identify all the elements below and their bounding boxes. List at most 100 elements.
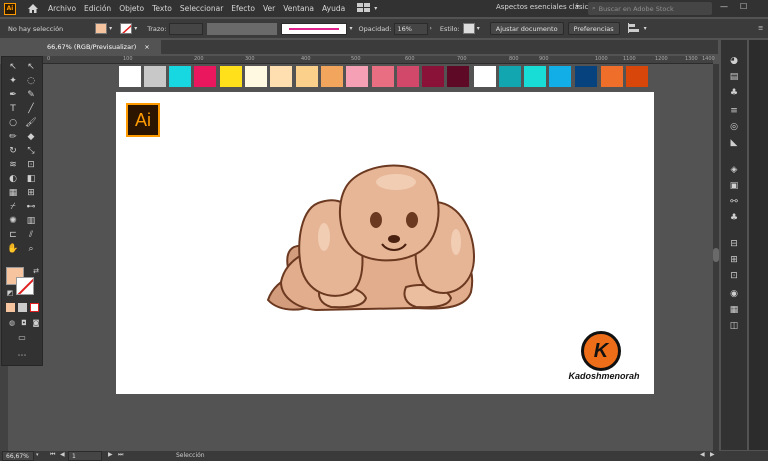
color-swatch[interactable] (447, 66, 469, 87)
symbol-sprayer-icon[interactable]: ✺ (7, 215, 19, 227)
default-colors-icon[interactable]: ◩ (4, 287, 16, 299)
next-page-icon[interactable]: ▶ (108, 451, 113, 458)
align-icon[interactable] (627, 22, 642, 35)
graphic-styles-panel-icon[interactable]: ▦ (727, 304, 741, 316)
document-tab[interactable]: 66,67% (RGB/Previsualizar) × (43, 40, 161, 54)
artboards-panel-icon[interactable]: ▣ (727, 180, 741, 192)
lasso-icon[interactable]: ◌ (25, 75, 37, 87)
color-swatch[interactable] (296, 66, 318, 87)
maximize-icon[interactable]: ☐ (740, 2, 747, 11)
type-tool-icon[interactable]: T (7, 103, 19, 115)
color-panel-icon[interactable]: ◕ (727, 55, 741, 67)
stroke-panel-icon[interactable]: ≡ (727, 105, 741, 117)
fill-swatch[interactable] (95, 23, 108, 34)
color-swatch[interactable] (119, 66, 141, 87)
selection-tool-icon[interactable]: ↖ (7, 61, 19, 73)
curvature-tool-icon[interactable]: ✎ (25, 89, 37, 101)
color-swatch[interactable] (321, 66, 343, 87)
layers-panel-icon[interactable]: ◈ (727, 164, 741, 176)
chevron-down-icon[interactable]: ▾ (109, 25, 112, 32)
eyedropper-icon[interactable]: ⌿ (7, 201, 19, 213)
menu-edicion[interactable]: Edición (84, 4, 111, 13)
live-paint-icon[interactable]: ◧ (25, 173, 37, 185)
chevron-down-icon[interactable]: ▾ (36, 452, 39, 458)
appearance-panel-icon[interactable]: ◉ (727, 288, 741, 300)
adjust-document-button[interactable]: Ajustar documento (489, 22, 564, 35)
color-swatch[interactable] (474, 66, 496, 87)
pencil-icon[interactable]: ✏ (7, 131, 19, 143)
artboard-tool-icon[interactable]: ⊏ (7, 229, 19, 241)
chevron-down-icon[interactable]: ▾ (644, 25, 647, 32)
align-panel-icon[interactable]: ⊟ (727, 238, 741, 250)
symbols-panel-icon[interactable]: ♣ (727, 212, 741, 224)
draw-behind-icon[interactable]: ◘ (18, 317, 30, 329)
transform-panel-icon[interactable]: ⊡ (727, 270, 741, 282)
color-swatch[interactable] (601, 66, 623, 87)
menu-ayuda[interactable]: Ayuda (322, 4, 345, 13)
perspective-grid-icon[interactable]: ▦ (7, 187, 19, 199)
first-page-icon[interactable]: ⏮ (50, 451, 55, 459)
stroke-weight-field[interactable] (169, 22, 204, 35)
scale-tool-icon[interactable]: ⤡ (25, 145, 37, 157)
stroke-swatch[interactable] (120, 23, 133, 34)
transparency-panel-icon[interactable]: ◎ (727, 121, 741, 133)
draw-inside-icon[interactable]: ◙ (30, 317, 42, 329)
eraser-icon[interactable]: ◆ (25, 131, 37, 143)
color-swatch[interactable] (626, 66, 648, 87)
artboard-number-field[interactable]: 1 (68, 451, 102, 461)
brush-definition[interactable] (281, 22, 348, 35)
color-swatch[interactable] (194, 66, 216, 87)
color-swatch[interactable] (575, 66, 597, 87)
variable-width-profile[interactable] (207, 22, 278, 35)
color-swatch[interactable] (144, 66, 166, 87)
ellipse-tool-icon[interactable]: ○ (7, 117, 19, 129)
color-swatch[interactable] (499, 66, 521, 87)
slice-tool-icon[interactable]: ⫽ (25, 229, 37, 241)
draw-normal-icon[interactable]: ◍ (6, 317, 18, 329)
arrange-documents-icon[interactable] (357, 3, 371, 14)
scroll-right-icon[interactable]: ▶ (710, 451, 715, 458)
chevron-down-icon[interactable]: ▾ (349, 25, 352, 32)
color-swatch[interactable] (372, 66, 394, 87)
color-swatch[interactable] (270, 66, 292, 87)
graph-tool-icon[interactable]: ▥ (25, 215, 37, 227)
color-swatch[interactable] (220, 66, 242, 87)
brushes-panel-icon[interactable]: ♣ (727, 87, 741, 99)
line-tool-icon[interactable]: ╱ (25, 103, 37, 115)
pathfinder-panel-icon[interactable]: ⊞ (727, 254, 741, 266)
home-icon[interactable] (26, 3, 40, 15)
workspace-switcher[interactable]: Aspectos esenciales clásicos (496, 3, 596, 11)
gradient-panel-icon[interactable]: ◣ (727, 137, 741, 149)
color-swatch[interactable] (245, 66, 267, 87)
minimize-icon[interactable]: — (720, 2, 728, 11)
rotate-tool-icon[interactable]: ↻ (7, 145, 19, 157)
hand-tool-icon[interactable]: ✋ (7, 243, 19, 255)
direct-selection-tool-icon[interactable]: ↖ (25, 61, 37, 73)
links-panel-icon[interactable]: ⚯ (727, 196, 741, 208)
chevron-right-icon[interactable]: › (430, 25, 432, 32)
paintbrush-icon[interactable]: 🖌 (25, 117, 37, 129)
graphic-style-swatch[interactable] (462, 23, 475, 34)
panel-menu-icon[interactable]: ≡ (758, 24, 763, 32)
zoom-tool-icon[interactable]: ⌕ (25, 243, 37, 255)
menu-ver[interactable]: Ver (263, 4, 275, 13)
swatches-panel-icon[interactable]: ▤ (727, 71, 741, 83)
artboard[interactable]: Ai K Kadoshmenorah (116, 92, 654, 394)
gradient-mode-icon[interactable] (18, 303, 27, 312)
color-swatch[interactable] (346, 66, 368, 87)
preferences-button[interactable]: Preferencias (567, 22, 620, 35)
chevron-down-icon[interactable]: ▾ (134, 25, 137, 32)
magic-wand-icon[interactable]: ✦ (7, 75, 19, 87)
screen-mode-icon[interactable]: ▭ (16, 332, 28, 344)
stroke-color-box[interactable] (16, 277, 34, 295)
color-mode-icon[interactable] (6, 303, 15, 312)
prev-page-icon[interactable]: ◀ (60, 451, 65, 458)
color-swatch[interactable] (397, 66, 419, 87)
color-swatch[interactable] (169, 66, 191, 87)
stock-search-input[interactable]: ⌕ Buscar en Adobe Stock (588, 2, 712, 15)
menu-seleccionar[interactable]: Seleccionar (180, 4, 223, 13)
menu-objeto[interactable]: Objeto (119, 4, 144, 13)
color-swatch[interactable] (422, 66, 444, 87)
pen-tool-icon[interactable]: ✒ (7, 89, 19, 101)
menu-ventana[interactable]: Ventana (283, 4, 314, 13)
